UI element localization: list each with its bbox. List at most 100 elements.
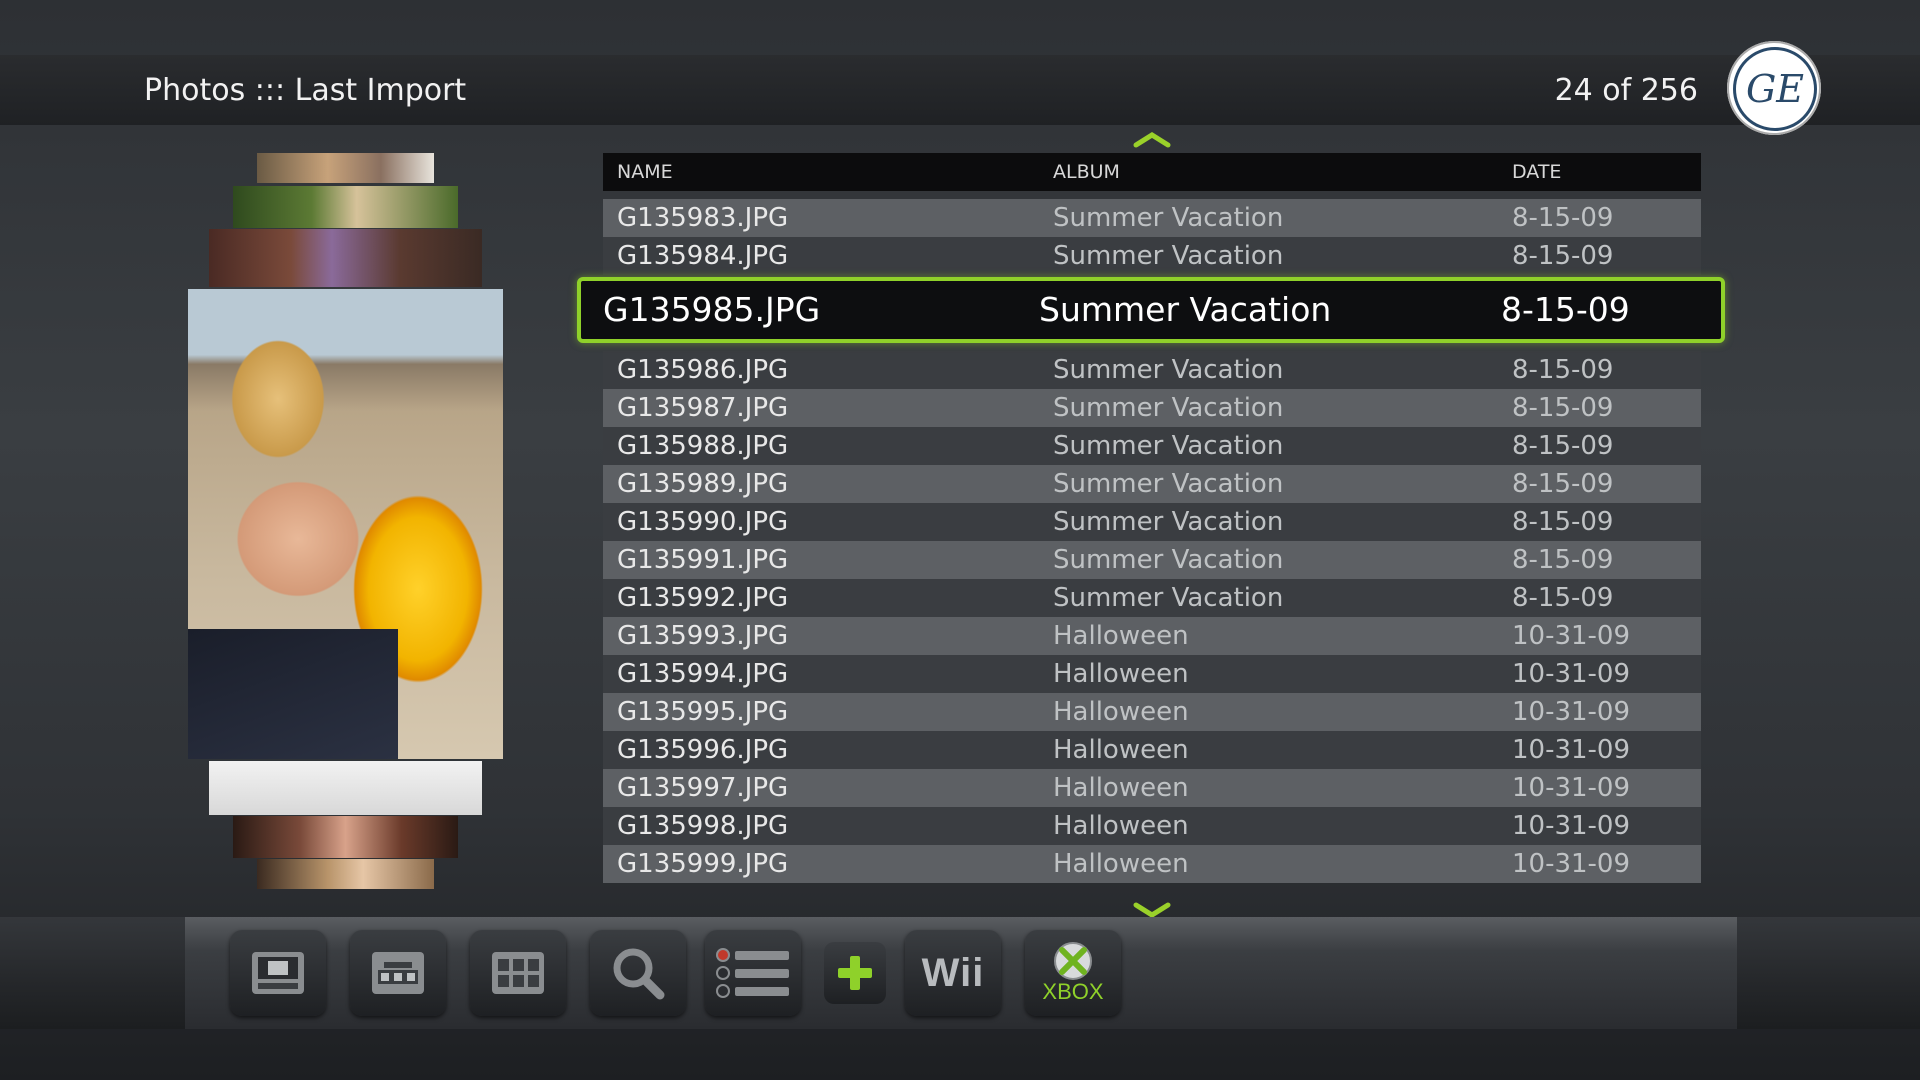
table-row[interactable]: G135992.JPG Summer Vacation 8-15-09: [603, 579, 1701, 617]
row-album: Summer Vacation: [1053, 545, 1284, 575]
table-row[interactable]: G135994.JPG Halloween 10-31-09: [603, 655, 1701, 693]
add-icon: [838, 956, 872, 990]
row-date: 10-31-09: [1512, 659, 1631, 689]
table-row[interactable]: G135983.JPG Summer Vacation 8-15-09: [603, 199, 1701, 237]
table-row[interactable]: G135997.JPG Halloween 10-31-09: [603, 769, 1701, 807]
selected-album: Summer Vacation: [1039, 290, 1332, 329]
row-album: Summer Vacation: [1053, 507, 1284, 537]
row-date: 8-15-09: [1512, 393, 1614, 423]
filmstrip-view-button[interactable]: [230, 930, 326, 1016]
row-album: Halloween: [1053, 621, 1189, 651]
row-name: G135998.JPG: [617, 811, 789, 841]
table-row[interactable]: G135999.JPG Halloween 10-31-09: [603, 845, 1701, 883]
row-date: 8-15-09: [1512, 583, 1614, 613]
selected-date: 8-15-09: [1501, 290, 1630, 329]
filmstrip-icon: [252, 952, 304, 994]
row-name: G135993.JPG: [617, 621, 789, 651]
ge-logo-mark: GE: [1733, 47, 1817, 131]
column-date[interactable]: DATE: [1512, 161, 1561, 183]
thumbnail-photo[interactable]: [233, 186, 458, 228]
row-album: Summer Vacation: [1053, 583, 1284, 613]
row-date: 8-15-09: [1512, 203, 1614, 233]
column-album[interactable]: ALBUM: [1053, 161, 1120, 183]
row-date: 10-31-09: [1512, 621, 1631, 651]
row-date: 8-15-09: [1512, 469, 1614, 499]
row-date: 10-31-09: [1512, 849, 1631, 879]
column-name[interactable]: NAME: [617, 161, 673, 183]
search-icon: [613, 948, 665, 1000]
photo-list: NAME ALBUM DATE G135983.JPG Summer Vacati…: [603, 153, 1701, 883]
list-view-button[interactable]: [705, 930, 801, 1016]
table-row[interactable]: G135995.JPG Halloween 10-31-09: [603, 693, 1701, 731]
row-name: G135983.JPG: [617, 203, 789, 233]
table-row[interactable]: G135991.JPG Summer Vacation 8-15-09: [603, 541, 1701, 579]
row-name: G135988.JPG: [617, 431, 789, 461]
row-date: 8-15-09: [1512, 431, 1614, 461]
search-button[interactable]: [590, 930, 686, 1016]
carousel-view-button[interactable]: [350, 930, 446, 1016]
row-name: G135999.JPG: [617, 849, 789, 879]
row-name: G135996.JPG: [617, 735, 789, 765]
row-name: G135995.JPG: [617, 697, 789, 727]
row-album: Summer Vacation: [1053, 203, 1284, 233]
row-name: G135986.JPG: [617, 355, 789, 385]
table-row[interactable]: G135989.JPG Summer Vacation 8-15-09: [603, 465, 1701, 503]
table-header: NAME ALBUM DATE: [603, 153, 1701, 191]
xbox-label: XBOX: [1042, 979, 1104, 1004]
grid-view-button[interactable]: [470, 930, 566, 1016]
selected-row[interactable]: G135985.JPG Summer Vacation 8-15-09: [577, 277, 1725, 343]
row-name: G135992.JPG: [617, 583, 789, 613]
table-row[interactable]: G135998.JPG Halloween 10-31-09: [603, 807, 1701, 845]
row-album: Summer Vacation: [1053, 393, 1284, 423]
grid-icon: [492, 952, 544, 994]
thumbnail-photo[interactable]: [209, 761, 482, 815]
list-icon: [716, 948, 789, 998]
thumbnail-photo[interactable]: [257, 859, 434, 889]
table-row[interactable]: G135987.JPG Summer Vacation 8-15-09: [603, 389, 1701, 427]
row-album: Summer Vacation: [1053, 355, 1284, 385]
xbox-button[interactable]: XBOX: [1025, 930, 1121, 1016]
row-date: 8-15-09: [1512, 545, 1614, 575]
row-date: 10-31-09: [1512, 773, 1631, 803]
row-date: 10-31-09: [1512, 811, 1631, 841]
row-name: G135989.JPG: [617, 469, 789, 499]
row-album: Halloween: [1053, 659, 1189, 689]
row-date: 8-15-09: [1512, 355, 1614, 385]
row-name: G135997.JPG: [617, 773, 789, 803]
chevron-up-icon[interactable]: [1132, 122, 1172, 157]
ge-logo: GE: [1727, 41, 1821, 135]
thumbnail-photo[interactable]: [257, 153, 434, 183]
row-album: Summer Vacation: [1053, 241, 1284, 271]
page-title: Photos ::: Last Import: [144, 73, 467, 108]
row-date: 10-31-09: [1512, 735, 1631, 765]
table-row[interactable]: G135996.JPG Halloween 10-31-09: [603, 731, 1701, 769]
thumbnail-photo[interactable]: [209, 229, 482, 287]
header-bar: Photos ::: Last Import 24 of 256: [0, 55, 1920, 125]
row-name: G135984.JPG: [617, 241, 789, 271]
dock-tray: Wii XBOX: [185, 917, 1737, 1029]
row-date: 10-31-09: [1512, 697, 1631, 727]
row-name: G135990.JPG: [617, 507, 789, 537]
row-album: Halloween: [1053, 697, 1189, 727]
add-button[interactable]: [824, 942, 886, 1004]
row-album: Summer Vacation: [1053, 469, 1284, 499]
row-name: G135991.JPG: [617, 545, 789, 575]
row-name: G135987.JPG: [617, 393, 789, 423]
row-name: G135994.JPG: [617, 659, 789, 689]
thumbnail-photo[interactable]: [233, 816, 458, 858]
table-row[interactable]: G135993.JPG Halloween 10-31-09: [603, 617, 1701, 655]
wii-icon: Wii: [921, 950, 985, 995]
table-row[interactable]: G135990.JPG Summer Vacation 8-15-09: [603, 503, 1701, 541]
carousel-icon: [372, 952, 424, 994]
wii-button[interactable]: Wii: [905, 930, 1001, 1016]
xbox-icon: XBOX: [1042, 941, 1104, 1005]
row-album: Halloween: [1053, 773, 1189, 803]
table-row[interactable]: G135986.JPG Summer Vacation 8-15-09: [603, 351, 1701, 389]
table-row[interactable]: G135984.JPG Summer Vacation 8-15-09: [603, 237, 1701, 275]
item-counter: 24 of 256: [1554, 73, 1698, 108]
row-album: Summer Vacation: [1053, 431, 1284, 461]
preview-photo[interactable]: [188, 289, 503, 759]
row-date: 8-15-09: [1512, 241, 1614, 271]
table-row[interactable]: G135988.JPG Summer Vacation 8-15-09: [603, 427, 1701, 465]
photo-detail: [188, 629, 398, 759]
